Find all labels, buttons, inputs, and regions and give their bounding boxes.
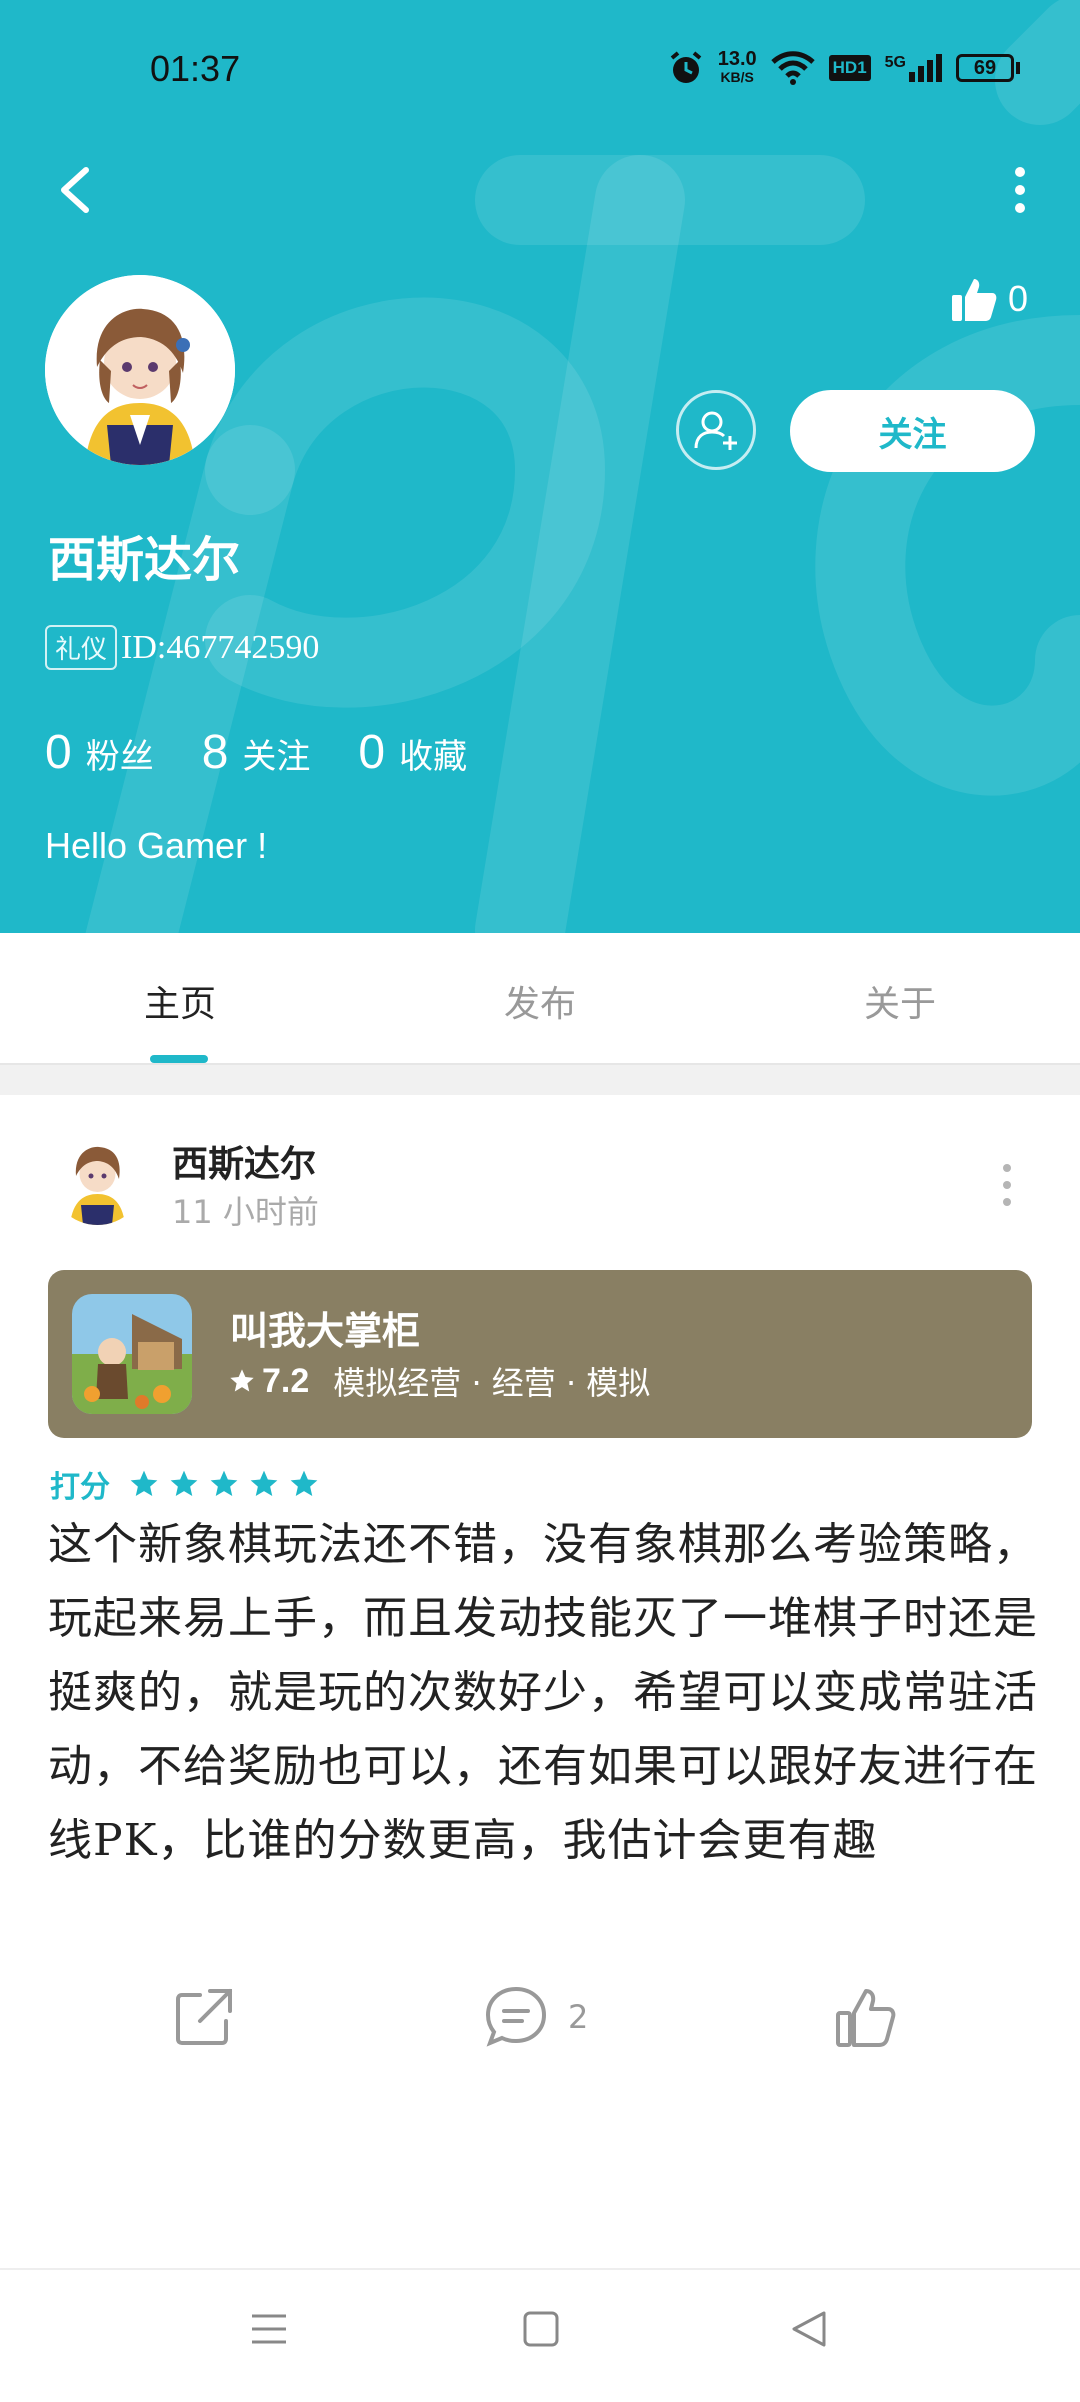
wifi-icon xyxy=(770,51,815,85)
profile-avatar[interactable] xyxy=(45,275,235,465)
rating-star-icon xyxy=(210,1470,238,1496)
likes-counter[interactable]: 0 xyxy=(950,275,1028,323)
post-more-icon[interactable] xyxy=(995,1160,1019,1210)
profile-header: 01:37 13.0 KB/S HD1 5G 69 0 关注 西斯达尔 礼仪 I… xyxy=(0,0,1080,933)
tab-home[interactable]: 主页 xyxy=(80,975,280,1027)
system-nav-bar xyxy=(0,2268,1080,2402)
menu-nav-icon[interactable] xyxy=(248,2308,290,2350)
back-nav-icon[interactable] xyxy=(788,2308,830,2350)
like-button[interactable] xyxy=(834,1985,898,2049)
net-speed-unit: KB/S xyxy=(720,69,754,85)
battery-level: 69 xyxy=(973,56,997,79)
signal-icon: 5G xyxy=(885,54,942,82)
post-author-name[interactable]: 西斯达尔 xyxy=(172,1135,316,1187)
profile-id: ID:467742590 xyxy=(121,628,320,666)
battery-icon: 69 xyxy=(956,54,1020,82)
post-content[interactable]: 这个新象棋玩法还不错，没有象棋那么考验策略，玩起来易上手，而且发动技能灭了一堆棋… xyxy=(48,1508,1038,1878)
tab-about[interactable]: 关于 xyxy=(800,975,1000,1027)
comment-button[interactable]: 2 xyxy=(484,1985,588,2049)
add-friend-button[interactable] xyxy=(676,390,756,470)
share-icon xyxy=(176,1989,232,2045)
add-user-icon xyxy=(694,411,737,450)
avatar-image xyxy=(45,275,235,465)
active-tab-indicator xyxy=(150,1055,208,1063)
more-menu-icon[interactable] xyxy=(1000,160,1040,220)
rating-star-icon xyxy=(130,1470,158,1496)
alarm-icon xyxy=(670,51,701,83)
comment-count: 2 xyxy=(568,1998,589,2036)
avatar-image xyxy=(50,1130,145,1225)
post-time: 11 小时前 xyxy=(172,1193,319,1231)
game-title: 叫我大掌柜 xyxy=(230,1308,421,1353)
profile-tabs: 主页 发布 关于 xyxy=(0,933,1080,1065)
followers-label[interactable]: 粉丝 xyxy=(86,729,154,778)
game-icon xyxy=(72,1294,192,1414)
thumb-up-outline-icon xyxy=(836,1989,896,2047)
signal-bar xyxy=(936,54,942,82)
etiquette-badge: 礼仪 xyxy=(45,625,118,670)
rating-star-icon xyxy=(250,1470,278,1496)
likes-count: 0 xyxy=(1008,278,1029,319)
net-speed-value: 13.0 xyxy=(717,48,757,70)
share-button[interactable] xyxy=(172,1985,236,2049)
signal-label: 5G xyxy=(884,54,906,71)
rating-label: 打分 xyxy=(50,1470,110,1505)
comment-icon xyxy=(485,1986,547,2047)
status-bar: 01:37 13.0 KB/S HD1 5G 69 xyxy=(0,0,1080,140)
post-author-avatar[interactable] xyxy=(50,1130,145,1225)
profile-name: 西斯达尔 xyxy=(48,532,241,588)
star-icon xyxy=(230,1369,254,1392)
favorites-label[interactable]: 收藏 xyxy=(399,729,467,778)
game-meta: 7.2 模拟经营 · 经营 · 模拟 xyxy=(228,1358,650,1404)
game-artwork xyxy=(72,1294,192,1414)
home-nav-icon[interactable] xyxy=(520,2308,562,2350)
game-card[interactable]: 叫我大掌柜 7.2 模拟经营 · 经营 · 模拟 xyxy=(48,1270,1032,1438)
status-time: 01:37 xyxy=(150,48,241,89)
profile-id-row: 礼仪 ID:467742590 xyxy=(45,625,319,670)
game-tags: 模拟经营 · 经营 · 模拟 xyxy=(333,1364,651,1402)
followers-count[interactable]: 0 xyxy=(45,725,72,780)
profile-bio: Hello Gamer ! xyxy=(45,825,268,866)
thumb-up-icon xyxy=(952,279,997,321)
hd-badge: HD1 xyxy=(828,55,871,81)
profile-stats: 0 粉丝 8 关注 0 收藏 xyxy=(45,725,515,780)
post-actions: 2 xyxy=(0,1985,1080,2065)
rating-star-icon xyxy=(290,1470,318,1496)
signal-bar xyxy=(918,66,924,82)
tab-posts[interactable]: 发布 xyxy=(440,975,640,1027)
signal-bar xyxy=(909,72,915,82)
signal-bar xyxy=(927,60,933,82)
net-speed: 13.0 KB/S xyxy=(717,48,757,86)
rating-row: 打分 xyxy=(50,1462,320,1506)
following-count[interactable]: 8 xyxy=(202,725,229,780)
game-score: 7.2 xyxy=(262,1361,310,1400)
follow-button[interactable]: 关注 xyxy=(790,390,1035,472)
section-divider xyxy=(0,1065,1080,1095)
following-label[interactable]: 关注 xyxy=(242,729,310,778)
rating-star-icon xyxy=(170,1470,198,1496)
favorites-count[interactable]: 0 xyxy=(358,725,385,780)
back-arrow-icon[interactable] xyxy=(48,160,108,220)
